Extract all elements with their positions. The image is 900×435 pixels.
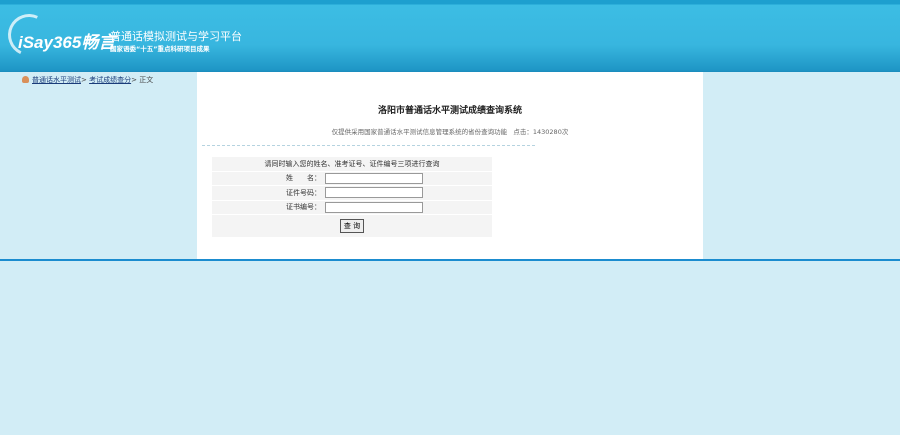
query-form: 请同时输入您的姓名、准考证号、证件编号三项进行查询 姓 名： 证件号码： 证书编… — [212, 157, 492, 237]
header: iSay365畅言 普通话模拟测试与学习平台 国家语委“十五”重点科研项目成果 — [0, 0, 900, 72]
name-input[interactable] — [325, 172, 423, 184]
breadcrumb-link-score[interactable]: 考试成绩查分 — [89, 76, 131, 84]
page-title: 洛阳市普通话水平测试成绩查询系统 — [377, 106, 522, 116]
certificate-number-label: 证书编号： — [286, 203, 321, 212]
name-label: 姓 名： — [286, 174, 321, 183]
form-instruction: 请同时输入您的姓名、准考证号、证件编号三项进行查询 — [212, 157, 492, 172]
id-number-label: 证件号码： — [286, 188, 321, 197]
certificate-number-input[interactable] — [325, 201, 423, 213]
clicks-count: 1430280次 — [532, 128, 569, 136]
clicks-label: 点击： — [513, 128, 533, 136]
content-panel: 洛阳市普通话水平测试成绩查询系统 仅提供采用国家普通话水平测试信息管理系统的省份… — [197, 72, 703, 260]
breadcrumb-sep: > — [81, 76, 87, 84]
brand-logo-text: iSay365畅言 — [18, 33, 116, 52]
breadcrumb: 普通话水平测试> 考试成绩查分> 正文 — [22, 75, 153, 85]
query-button[interactable]: 查 询 — [339, 219, 365, 233]
breadcrumb-current: 正文 — [139, 76, 154, 84]
site-title: 普通话模拟测试与学习平台 — [110, 30, 242, 43]
breadcrumb-sep: > — [131, 76, 137, 84]
divider — [202, 145, 535, 146]
logo: iSay365畅言 — [2, 8, 115, 62]
id-number-input[interactable] — [325, 187, 423, 199]
user-icon — [22, 76, 29, 83]
notice-text: 仅提供采用国家普通话水平测试信息管理系统的省份查询功能 点击：1430280次 — [197, 126, 703, 136]
breadcrumb-link-test[interactable]: 普通话水平测试 — [32, 76, 81, 84]
notice: 仅提供采用国家普通话水平测试信息管理系统的省份查询功能 — [331, 128, 508, 136]
site-subtitle: 国家语委“十五”重点科研项目成果 — [110, 45, 210, 53]
footer-divider — [0, 259, 900, 261]
